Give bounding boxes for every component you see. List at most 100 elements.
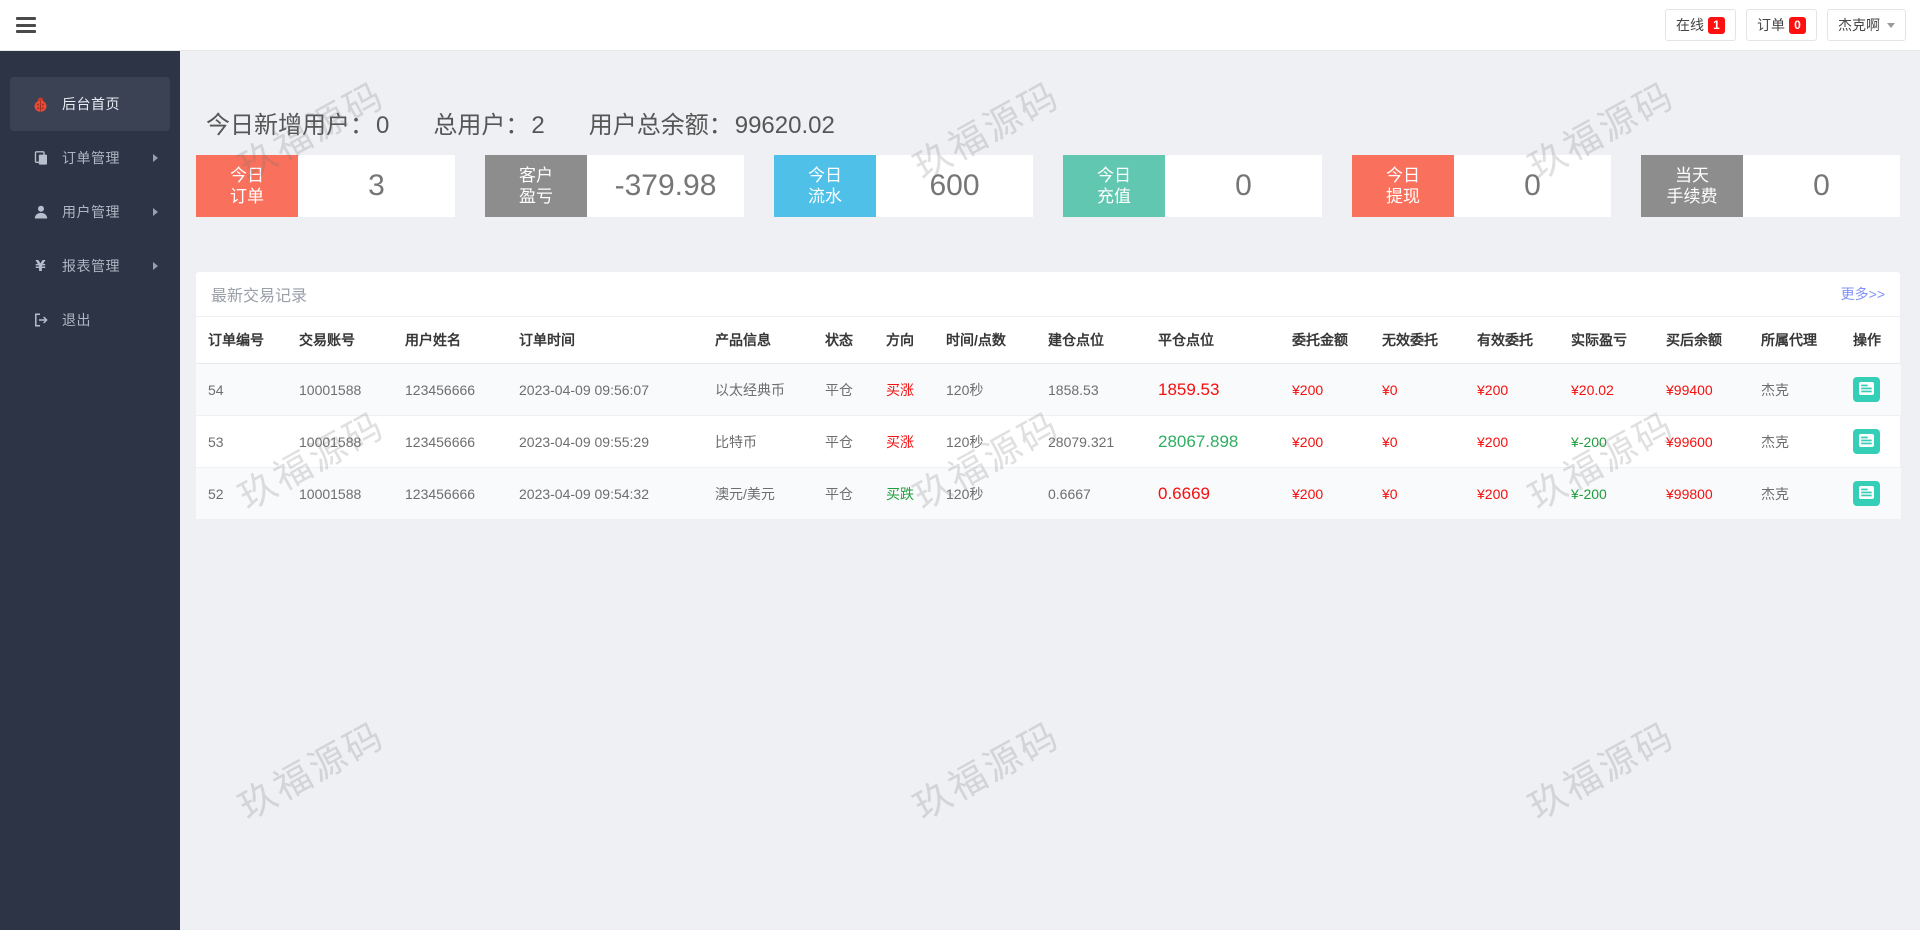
table-cell: 1858.53	[1040, 363, 1150, 416]
topbar: 在线 1 订单 0 杰克啊	[0, 0, 1920, 51]
cell-text: 买跌	[886, 485, 914, 502]
stat-card-value: 3	[368, 169, 385, 202]
stat-item: 今日新增用户：0	[206, 105, 389, 140]
cell-text: ¥200	[1292, 381, 1324, 398]
table-cell: 120秒	[938, 363, 1040, 416]
column-header: 订单时间	[511, 317, 707, 364]
stat-value: 0	[376, 112, 390, 139]
table-cell: 123456666	[397, 415, 511, 468]
cell-text: 53	[208, 433, 224, 450]
table-cell: 2023-04-09 09:54:32	[511, 467, 707, 520]
trades-panel: 最新交易记录 更多>> 订单编号 交易账号 用户姓名 订单时间 产品信息 状态 方向 时间/点…	[196, 272, 1901, 520]
cell-text: 0.6667	[1048, 485, 1091, 502]
column-header: 无效委托	[1374, 317, 1469, 364]
watermark: 玖福源码	[1521, 714, 1682, 828]
cell-text: ¥0	[1382, 433, 1398, 450]
sidebar-item-2[interactable]: 用户管理	[10, 185, 170, 239]
cell-text: 10001588	[299, 485, 362, 502]
sidebar-item-3[interactable]: ¥ 报表管理	[10, 239, 170, 293]
stat-card-value: 0	[1813, 169, 1830, 202]
table-cell: 杰克	[1753, 415, 1845, 468]
cell-text: ¥200	[1477, 381, 1509, 398]
cell-text: ¥20.02	[1571, 381, 1614, 398]
trades-table: 订单编号 交易账号 用户姓名 订单时间 产品信息 状态 方向 时间/点数 建仓点位 平仓点位 委托金…	[196, 317, 1901, 520]
sidebar-item-label: 报表管理	[62, 258, 120, 274]
watermark: 玖福源码	[906, 714, 1067, 828]
cell-text: 54	[208, 381, 224, 398]
table-cell: ¥200	[1469, 467, 1563, 520]
column-header: 订单编号	[196, 317, 291, 364]
cell-text: ¥0	[1382, 381, 1398, 398]
stat-card-label: 客户 盈亏	[485, 155, 587, 217]
cell-text: 买涨	[886, 433, 914, 450]
column-header: 产品信息	[707, 317, 817, 364]
cell-text: 10001588	[299, 381, 362, 398]
table-cell: ¥0	[1374, 467, 1469, 520]
table-cell: 0.6669	[1150, 467, 1284, 520]
cell-text: 10001588	[299, 433, 362, 450]
caret-down-icon	[1887, 22, 1895, 28]
table-cell: 平仓	[817, 415, 878, 468]
stat-card: 客户 盈亏 -379.98	[485, 155, 744, 217]
table-cell: 123456666	[397, 467, 511, 520]
cell-text: 以太经典币	[715, 381, 785, 398]
topbar-right: 在线 1 订单 0 杰克啊	[1665, 9, 1906, 41]
table-cell: ¥200	[1284, 363, 1374, 416]
cell-text: ¥200	[1292, 485, 1324, 502]
table-cell: ¥0	[1374, 415, 1469, 468]
orders-label: 订单	[1757, 17, 1785, 33]
cell-text: 平仓	[825, 485, 853, 502]
stat-card-label: 今日 订单	[196, 155, 298, 217]
user-menu-button[interactable]: 杰克啊	[1827, 9, 1906, 41]
stat-card-value: 0	[1235, 169, 1252, 202]
table-cell: 0.6667	[1040, 467, 1150, 520]
cell-text: 2023-04-09 09:55:29	[519, 433, 649, 450]
orders-button[interactable]: 订单 0	[1746, 9, 1817, 41]
sidebar-item-4[interactable]: 退出	[10, 293, 170, 347]
table-cell: 28079.321	[1040, 415, 1150, 468]
orders-badge: 0	[1789, 16, 1806, 34]
stat-card-value: 600	[929, 169, 980, 202]
order-detail-button[interactable]	[1853, 481, 1880, 506]
stat-card: 今日 充值 0	[1063, 155, 1322, 217]
sidebar-item-label: 后台首页	[62, 96, 120, 112]
cell-text: ¥200	[1477, 433, 1509, 450]
table-cell: 10001588	[291, 415, 397, 468]
column-header: 所属代理	[1753, 317, 1845, 364]
hamburger-menu-icon[interactable]	[16, 14, 38, 37]
sidebar-item-0[interactable]: 后台首页	[10, 77, 170, 131]
stat-card-value: -379.98	[614, 169, 717, 202]
sidebar-item-1[interactable]: 订单管理	[10, 131, 170, 185]
column-header: 操作	[1845, 317, 1901, 364]
stat-value: 99620.02	[734, 112, 835, 139]
column-header: 交易账号	[291, 317, 397, 364]
cell-text: 2023-04-09 09:54:32	[519, 485, 649, 502]
cell-text: ¥-200	[1571, 433, 1607, 450]
column-header: 实际盈亏	[1563, 317, 1658, 364]
more-link[interactable]: 更多>>	[1841, 284, 1885, 304]
table-cell: ¥-200	[1563, 415, 1658, 468]
table-cell: 买涨	[878, 415, 938, 468]
table-header-row: 订单编号 交易账号 用户姓名 订单时间 产品信息 状态 方向 时间/点数 建仓点位 平仓点位 委托金…	[196, 317, 1901, 364]
stat-card: 今日 提现 0	[1352, 155, 1611, 217]
stat-label: 总用户：	[433, 112, 530, 139]
table-cell: ¥-200	[1563, 467, 1658, 520]
table-cell: 比特币	[707, 415, 817, 468]
panel-title: 最新交易记录	[211, 288, 308, 305]
column-header: 平仓点位	[1150, 317, 1284, 364]
order-detail-button[interactable]	[1853, 429, 1880, 454]
action-cell	[1845, 415, 1901, 468]
table-cell: ¥20.02	[1563, 363, 1658, 416]
online-button[interactable]: 在线 1	[1665, 9, 1736, 41]
cell-text: 52	[208, 485, 224, 502]
sidebar-item-label: 退出	[62, 312, 91, 328]
chevron-right-icon	[153, 154, 158, 162]
cell-text: 120秒	[946, 485, 984, 502]
user-icon	[32, 204, 49, 221]
order-detail-button[interactable]	[1853, 377, 1880, 402]
table-cell: 2023-04-09 09:56:07	[511, 363, 707, 416]
stat-card: 当天 手续费 0	[1641, 155, 1900, 217]
cell-text: 比特币	[715, 433, 757, 450]
table-cell: ¥99600	[1658, 415, 1753, 468]
cell-text: 120秒	[946, 381, 984, 398]
